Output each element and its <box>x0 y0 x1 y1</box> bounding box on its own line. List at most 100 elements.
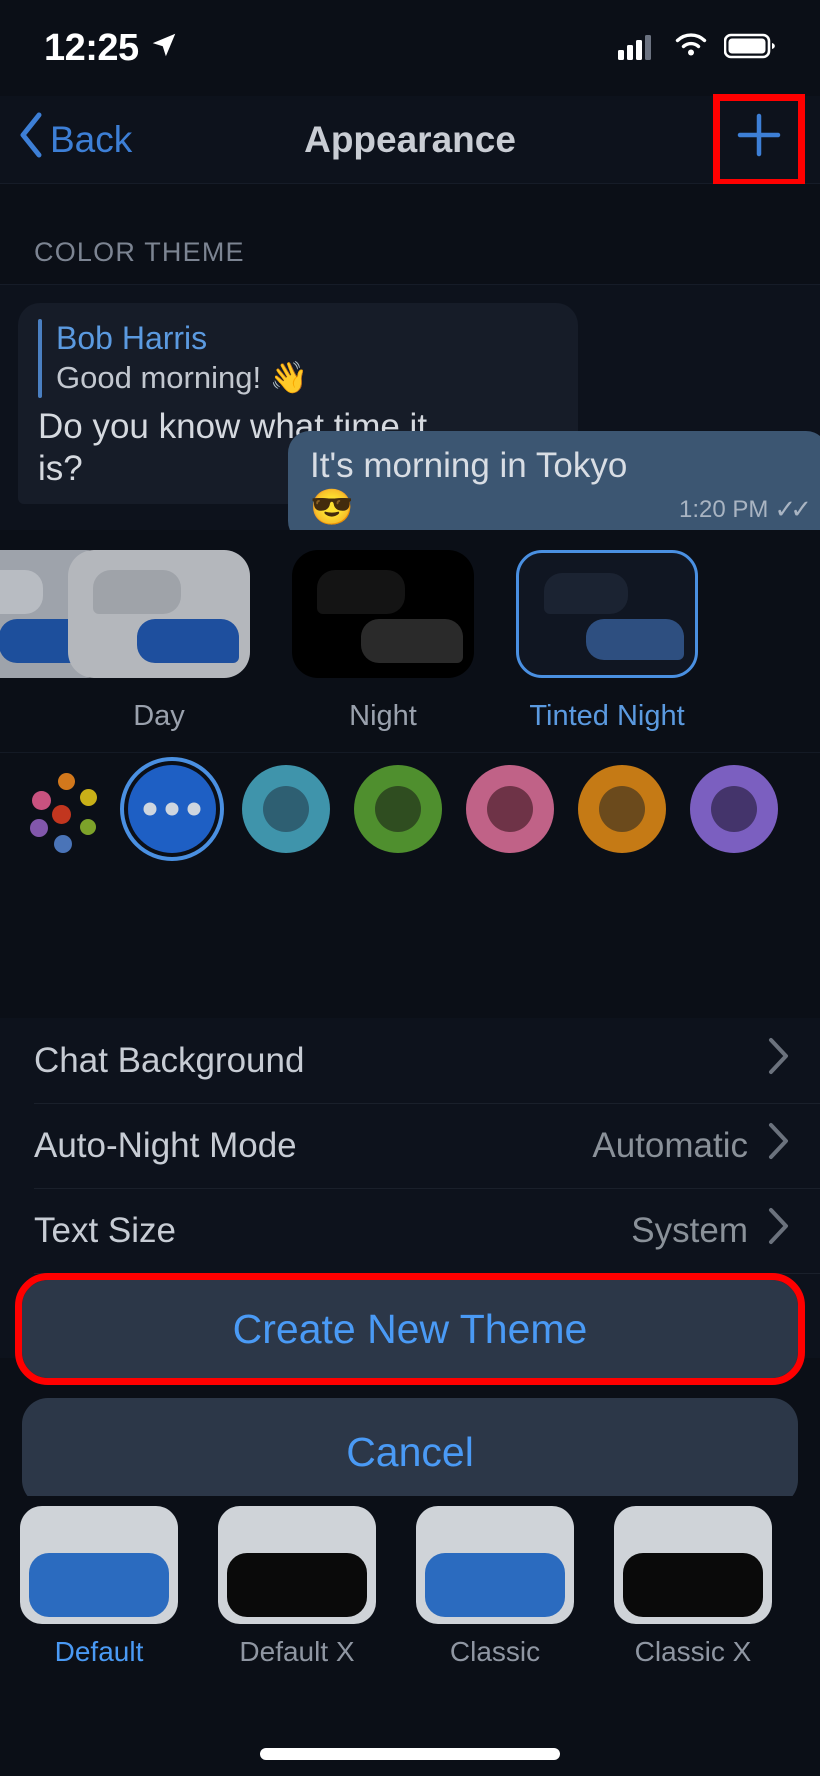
theme-card-day[interactable]: Day <box>68 550 250 733</box>
background-theme-thumbnail <box>416 1506 574 1624</box>
status-bar-time: 12:25 <box>44 26 139 69</box>
settings-row-auto-night-mode[interactable]: Auto-Night Mode Automatic <box>0 1103 820 1188</box>
accent-swatch-teal[interactable] <box>242 765 330 853</box>
home-indicator <box>260 1748 560 1760</box>
add-theme-button[interactable] <box>713 93 805 186</box>
thumbnail-outgoing-bubble <box>137 619 240 663</box>
theme-thumbnail <box>68 550 250 678</box>
accent-swatch-multicolor-palette[interactable] <box>22 765 118 861</box>
accent-color-inner <box>711 786 757 832</box>
background-theme-card-default[interactable]: Default <box>20 1506 178 1668</box>
accent-swatch-pink[interactable] <box>466 765 554 853</box>
thumbnail-incoming-bubble <box>543 572 629 614</box>
settings-row-label: Auto-Night Mode <box>34 1125 297 1165</box>
background-theme-thumbnail <box>218 1506 376 1624</box>
theme-thumbnail <box>292 550 474 678</box>
list-top-spacer <box>0 932 820 1018</box>
accent-color-circle <box>690 765 778 853</box>
background-theme-thumbnail <box>20 1506 178 1624</box>
accent-color-circle <box>242 765 330 853</box>
back-button[interactable]: Back <box>18 112 132 167</box>
cancel-button[interactable]: Cancel <box>22 1398 798 1506</box>
background-theme-bubble <box>29 1553 169 1617</box>
accent-color-inner <box>599 786 645 832</box>
settings-row-value: Automatic <box>592 1125 748 1165</box>
reply-sender-name: Bob Harris <box>56 320 208 356</box>
chat-preview: Bob Harris Good morning! 👋 Do you know w… <box>0 284 820 530</box>
chevron-left-icon <box>18 112 44 167</box>
settings-row-value: System <box>631 1210 748 1250</box>
theme-label: Day <box>133 700 185 732</box>
theme-card-night[interactable]: Night <box>292 550 474 733</box>
theme-card-tinted-night[interactable]: Tinted Night <box>516 550 698 733</box>
appearance-settings-screen: 12:25 Back Appearance COLOR THEME Bob Ha… <box>0 0 820 1776</box>
settings-row-label: Chat Background <box>34 1040 305 1080</box>
settings-row-chat-background[interactable]: Chat Background <box>0 1018 820 1103</box>
background-theme-label: Classic X <box>634 1636 752 1667</box>
location-arrow-icon <box>149 27 179 70</box>
thumbnail-outgoing-bubble <box>361 619 464 663</box>
double-check-icon: ✓✓ <box>774 494 811 524</box>
reply-quote: Bob Harris Good morning! 👋 <box>38 319 558 398</box>
wifi-icon <box>672 32 710 65</box>
background-theme-label: Classic <box>449 1636 541 1667</box>
reply-accent-bar <box>38 319 42 398</box>
outgoing-message-time: 1:20 PM <box>679 495 769 523</box>
settings-row-right: System <box>631 1207 790 1254</box>
cellular-bars-icon <box>618 32 658 65</box>
background-theme-bubble <box>227 1553 367 1617</box>
theme-thumbnail-list[interactable]: Day Night Tinted Night <box>0 530 820 760</box>
outgoing-message-meta: 1:20 PM ✓✓ <box>679 494 812 529</box>
accent-color-circle <box>354 765 442 853</box>
battery-icon <box>723 32 776 65</box>
plus-icon <box>733 109 785 171</box>
chevron-right-icon <box>768 1037 790 1084</box>
chevron-right-icon <box>768 1122 790 1169</box>
accent-color-inner <box>487 786 533 832</box>
accent-color-circle <box>120 757 224 861</box>
accent-swatch-green[interactable] <box>354 765 442 853</box>
chevron-right-icon <box>768 1207 790 1254</box>
background-theme-card-default-x[interactable]: Default X <box>218 1506 376 1668</box>
accent-color-circle <box>466 765 554 853</box>
reply-message-text: Good morning! 👋 <box>56 360 309 396</box>
thumbnail-incoming-bubble <box>317 570 405 614</box>
thumbnail-incoming-bubble <box>0 570 43 614</box>
outgoing-message-text: It's morning in Tokyo 😎 <box>310 446 628 527</box>
accent-color-circle <box>578 765 666 853</box>
status-bar: 12:25 <box>0 0 820 96</box>
settings-row-right <box>768 1037 790 1084</box>
back-button-label: Back <box>50 118 133 160</box>
background-theme-bubble <box>623 1553 763 1617</box>
thumbnail-incoming-bubble <box>93 570 181 614</box>
background-theme-label: Default <box>54 1636 144 1667</box>
multicolor-palette-icon <box>22 765 118 861</box>
accent-color-inner <box>375 786 421 832</box>
background-theme-label: Default X <box>239 1636 355 1667</box>
color-theme-section-header: COLOR THEME <box>0 184 820 284</box>
navigation-bar: Back Appearance <box>0 93 820 186</box>
create-new-theme-label: Create New Theme <box>232 1305 588 1352</box>
settings-row-text-size[interactable]: Text Size System <box>0 1188 820 1273</box>
background-theme-card-classic-x[interactable]: Classic X <box>614 1506 772 1668</box>
thumbnail-outgoing-bubble <box>585 618 685 661</box>
background-theme-card-classic[interactable]: Classic <box>416 1506 574 1668</box>
outgoing-message-bubble: It's morning in Tokyo 😎 1:20 PM ✓✓ <box>288 431 820 530</box>
create-new-theme-button[interactable]: Create New Theme <box>15 1273 805 1385</box>
accent-color-list[interactable] <box>0 752 820 872</box>
theme-label: Tinted Night <box>529 700 685 732</box>
more-colors-dots-icon <box>143 802 201 816</box>
theme-label: Night <box>349 700 417 732</box>
background-theme-strip[interactable]: Default Default X Classic Classic X <box>0 1496 820 1776</box>
background-theme-bubble <box>425 1553 565 1617</box>
theme-thumbnail <box>516 550 698 678</box>
accent-swatch-orange[interactable] <box>578 765 666 853</box>
accent-swatch-purple[interactable] <box>690 765 778 853</box>
accent-swatch-blue[interactable] <box>120 757 224 861</box>
status-bar-time-group: 12:25 <box>44 27 179 70</box>
settings-row-right: Automatic <box>592 1122 790 1169</box>
status-bar-indicators <box>618 32 776 65</box>
accent-color-inner <box>263 786 309 832</box>
background-theme-thumbnail <box>614 1506 772 1624</box>
settings-row-label: Text Size <box>34 1210 176 1250</box>
